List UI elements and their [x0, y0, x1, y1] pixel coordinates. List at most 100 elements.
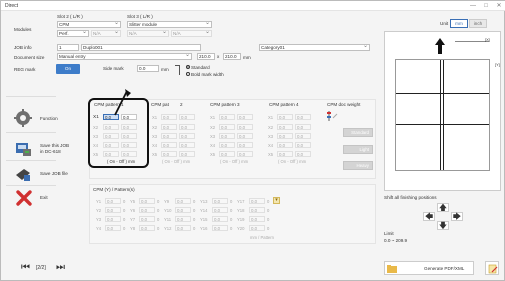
y-value-field[interactable]: 0.0	[249, 198, 265, 204]
y-value-field[interactable]: 0.0	[139, 207, 155, 213]
exit-button[interactable]	[15, 189, 33, 207]
notes-button[interactable]	[485, 261, 499, 275]
p2-x5-off-field[interactable]: 0.0	[179, 151, 195, 157]
p4-x1-field[interactable]: 0.0	[277, 114, 293, 120]
p3-x1-off-field[interactable]: 0.0	[237, 114, 253, 120]
y-value-field[interactable]: 0.0	[175, 207, 191, 213]
next-page-icon[interactable]: ⏭	[56, 263, 65, 273]
doc-height-field[interactable]: 210.0	[223, 53, 241, 60]
y-value-field[interactable]: 0.0	[105, 225, 121, 231]
p2-x3-field[interactable]: 0.0	[161, 133, 177, 139]
slot2-na-select[interactable]: N/A	[91, 30, 121, 37]
p4-x4-off-field[interactable]: 0.0	[295, 142, 311, 148]
document-size-select[interactable]: Manual entry	[57, 53, 192, 60]
p2-x1-off-field[interactable]: 0.0	[179, 114, 195, 120]
reg-mark-toggle[interactable]: On	[56, 64, 80, 74]
y-zero: 0	[123, 217, 126, 222]
generate-pdf-button[interactable]: Generate PDF/XML	[384, 261, 474, 275]
y-value-field[interactable]: 0.0	[212, 198, 228, 204]
slot2-sub-select[interactable]: Perf.	[57, 30, 89, 37]
maximize-button[interactable]: □	[480, 2, 492, 10]
y-zero: 0	[157, 226, 160, 231]
doc-size-unit: mm	[243, 55, 251, 60]
job-name-field[interactable]: Duplo001	[81, 44, 201, 51]
y-value-field[interactable]: 0.0	[175, 225, 191, 231]
y-value-field[interactable]: 0.0	[105, 207, 121, 213]
slot3-na2-select[interactable]: N/A	[171, 30, 212, 37]
p2-x4-off-field[interactable]: 0.0	[179, 142, 195, 148]
shift-right-button[interactable]: 🡆	[451, 212, 463, 221]
p4-x5-off-field[interactable]: 0.0	[295, 151, 311, 157]
p3-x3-off-field[interactable]: 0.0	[237, 133, 253, 139]
p4-x4-field[interactable]: 0.0	[277, 142, 293, 148]
unit-inch-button[interactable]: inch	[469, 19, 487, 28]
y-value-field[interactable]: 0.0	[175, 216, 191, 222]
shift-down-button[interactable]: 🡇	[437, 221, 449, 230]
p2-x3-label: X3	[152, 134, 158, 139]
y-label: Y12	[164, 226, 172, 231]
save-file-button[interactable]	[14, 165, 32, 183]
job-number-field[interactable]: 1	[57, 44, 79, 51]
p4-x3-field[interactable]: 0.0	[277, 133, 293, 139]
close-button[interactable]: ✕	[493, 2, 505, 10]
y-value-field[interactable]: 0.0	[212, 216, 228, 222]
y-value-field[interactable]: 0.0	[105, 198, 121, 204]
shift-up-button[interactable]: 🡅	[437, 203, 449, 212]
y-value-field[interactable]: 0.0	[139, 198, 155, 204]
y-value-field[interactable]: 0.0	[249, 216, 265, 222]
radio-standard[interactable]	[186, 65, 190, 69]
minimize-button[interactable]: —	[467, 2, 479, 10]
p3-x5-off-field[interactable]: 0.0	[237, 151, 253, 157]
radio-bold[interactable]	[186, 72, 190, 76]
save-job-button[interactable]	[14, 140, 32, 158]
side-mark-field[interactable]: 0.0	[137, 65, 159, 72]
p4-x4-label: X4	[268, 143, 274, 148]
y-value-field[interactable]: 0.0	[139, 216, 155, 222]
y-value-field[interactable]: 0.0	[212, 225, 228, 231]
y-zero: 0	[230, 217, 233, 222]
y-value-field[interactable]: 0.0	[212, 207, 228, 213]
p3-x4-field[interactable]: 0.0	[219, 142, 235, 148]
p2-x5-field[interactable]: 0.0	[161, 151, 177, 157]
p3-x5-field[interactable]: 0.0	[219, 151, 235, 157]
p4-x2-off-field[interactable]: 0.0	[295, 124, 311, 130]
slot3-select[interactable]: Slitter module	[127, 21, 212, 28]
p4-x2-field[interactable]: 0.0	[277, 124, 293, 130]
y-label: Y7	[130, 217, 136, 222]
p3-x3-field[interactable]: 0.0	[219, 133, 235, 139]
weight-heavy-button[interactable]: Heavy	[343, 161, 373, 170]
y-label: Y17	[237, 199, 245, 204]
p4-x3-off-field[interactable]: 0.0	[295, 133, 311, 139]
slot2-select[interactable]: CPM	[57, 21, 121, 28]
p4-x1-off-field[interactable]: 0.0	[295, 114, 311, 120]
y-value-field[interactable]: 0.0	[139, 225, 155, 231]
p2-x4-field[interactable]: 0.0	[161, 142, 177, 148]
p3-x2-off-field[interactable]: 0.0	[237, 124, 253, 130]
y-value-field[interactable]: 0.0	[249, 225, 265, 231]
y-value-field[interactable]: 0.0	[249, 207, 265, 213]
y-value-field[interactable]: 0.0	[175, 198, 191, 204]
weight-light-button[interactable]: Light	[343, 145, 373, 154]
p4-x5-field[interactable]: 0.0	[277, 151, 293, 157]
weight-standard-button[interactable]: Standard	[343, 128, 373, 137]
unit-mm-button[interactable]: mm	[450, 19, 468, 28]
shift-left-button[interactable]: 🡄	[423, 212, 435, 221]
function-button[interactable]	[14, 109, 32, 127]
y-value-field[interactable]: 0.0	[105, 216, 121, 222]
p2-x3-off-field[interactable]: 0.0	[179, 133, 195, 139]
p2-x2-off-field[interactable]: 0.0	[179, 124, 195, 130]
doc-width-field[interactable]: 210.0	[197, 53, 215, 60]
p3-x2-field[interactable]: 0.0	[219, 124, 235, 130]
limit-label: Limit	[384, 231, 394, 236]
side-mark-unit: mm	[161, 67, 169, 72]
p3-x4-off-field[interactable]: 0.0	[237, 142, 253, 148]
p2-x2-field[interactable]: 0.0	[161, 124, 177, 130]
dropdown-icon[interactable]: ▾	[273, 197, 280, 204]
slot3-na1-select[interactable]: N/A	[127, 30, 169, 37]
p3-x1-field[interactable]: 0.0	[219, 114, 235, 120]
function-label: Function	[40, 116, 58, 121]
p3-x2-label: X2	[210, 125, 216, 130]
prev-page-icon[interactable]: ⏮	[21, 263, 30, 273]
category-select[interactable]: Category01	[259, 44, 370, 51]
p2-x1-field[interactable]: 0.0	[161, 114, 177, 120]
